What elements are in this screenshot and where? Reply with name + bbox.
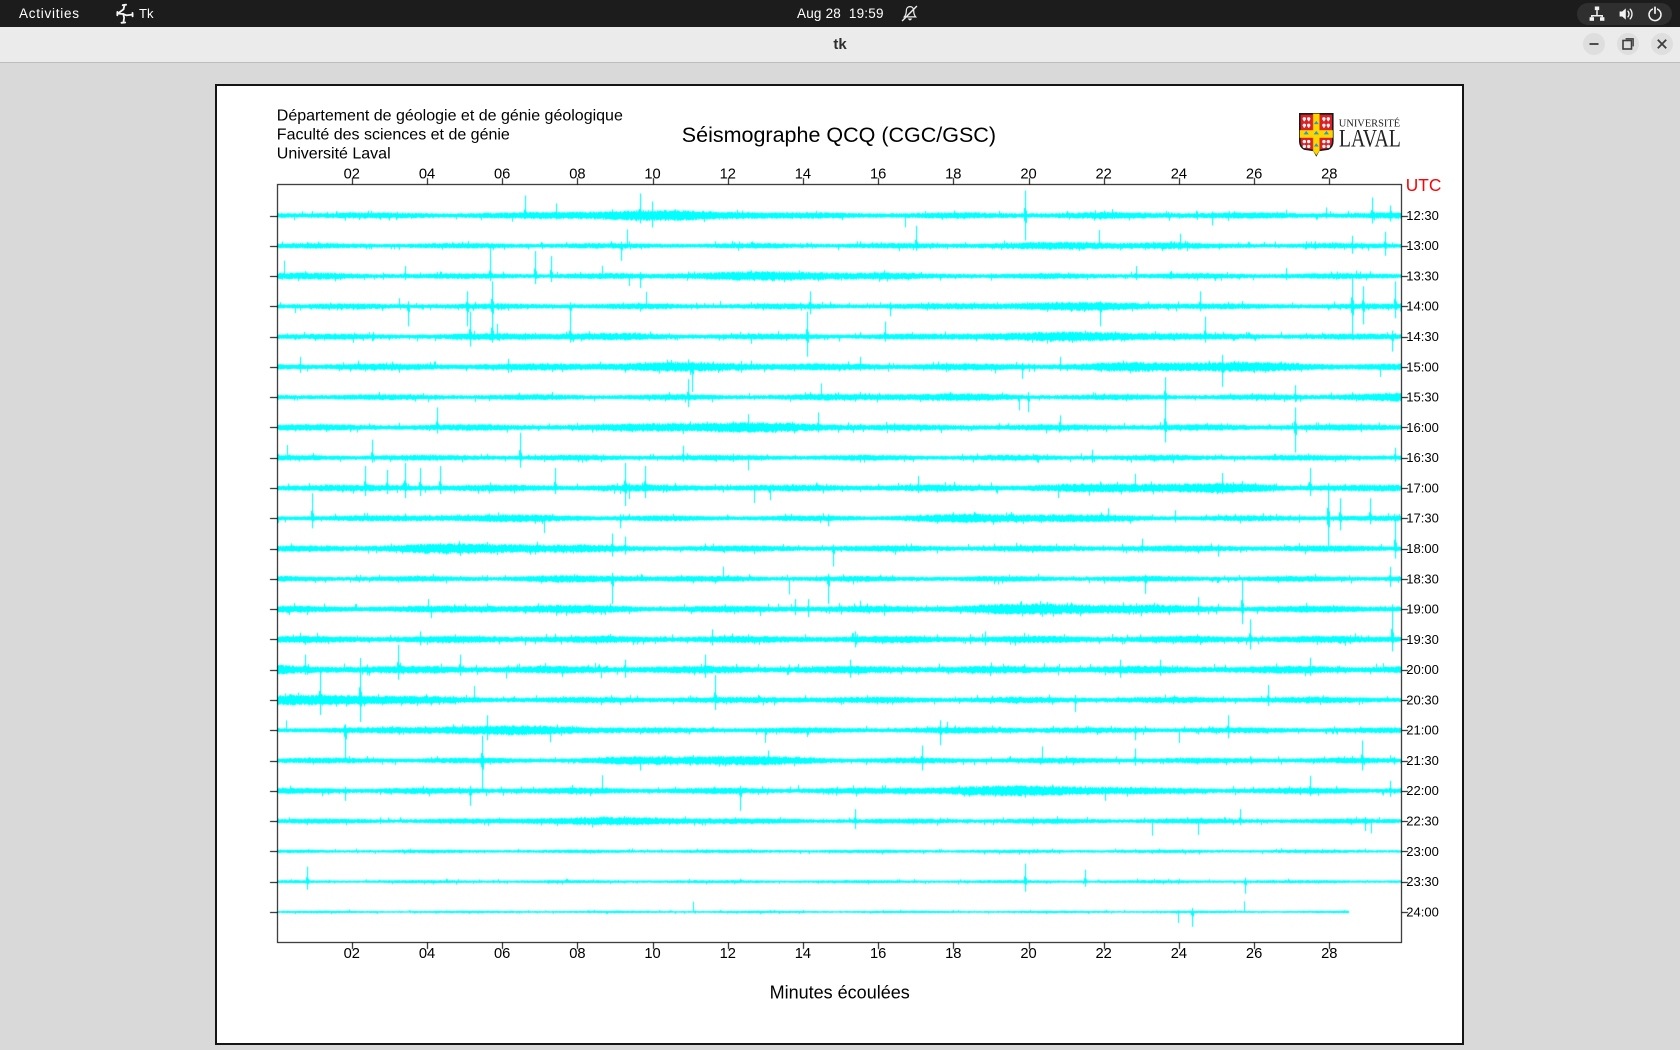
svg-text:24: 24 [1171, 946, 1187, 962]
svg-text:22: 22 [1096, 946, 1112, 962]
svg-text:28: 28 [1321, 167, 1337, 183]
svg-text:16:30: 16:30 [1406, 450, 1439, 465]
svg-text:06: 06 [494, 167, 510, 183]
svg-text:UTC: UTC [1406, 175, 1442, 195]
svg-text:22:30: 22:30 [1406, 814, 1439, 829]
svg-text:20:30: 20:30 [1406, 692, 1439, 707]
svg-text:16: 16 [870, 946, 886, 962]
svg-text:13:00: 13:00 [1406, 238, 1439, 253]
svg-text:12: 12 [720, 167, 736, 183]
svg-text:15:00: 15:00 [1406, 359, 1439, 374]
svg-text:Minutes écoulées: Minutes écoulées [770, 983, 910, 1003]
svg-text:04: 04 [419, 167, 435, 183]
svg-text:28: 28 [1321, 946, 1337, 962]
svg-text:24: 24 [1171, 167, 1187, 183]
svg-text:LAVAL: LAVAL [1339, 123, 1401, 152]
svg-text:14:30: 14:30 [1406, 329, 1439, 344]
svg-text:21:30: 21:30 [1406, 753, 1439, 768]
svg-text:19:30: 19:30 [1406, 632, 1439, 647]
svg-text:06: 06 [494, 946, 510, 962]
svg-text:16:00: 16:00 [1406, 420, 1439, 435]
svg-text:16: 16 [870, 167, 886, 183]
svg-text:17:00: 17:00 [1406, 480, 1439, 495]
svg-text:02: 02 [344, 946, 360, 962]
svg-text:18: 18 [945, 946, 961, 962]
svg-text:14: 14 [795, 946, 811, 962]
svg-text:18:00: 18:00 [1406, 541, 1439, 556]
svg-text:08: 08 [569, 167, 585, 183]
svg-text:Université Laval: Université Laval [277, 145, 391, 162]
svg-text:04: 04 [419, 946, 435, 962]
svg-text:Faculté des sciences et de gén: Faculté des sciences et de génie [277, 126, 510, 143]
svg-text:08: 08 [569, 946, 585, 962]
svg-text:12:30: 12:30 [1406, 208, 1439, 223]
svg-text:26: 26 [1246, 946, 1262, 962]
svg-text:14: 14 [795, 167, 811, 183]
svg-text:Séismographe QCQ (CGC/GSC): Séismographe QCQ (CGC/GSC) [682, 123, 996, 147]
svg-text:23:00: 23:00 [1406, 844, 1439, 859]
svg-text:17:30: 17:30 [1406, 511, 1439, 526]
svg-text:18:30: 18:30 [1406, 571, 1439, 586]
svg-text:20: 20 [1020, 167, 1036, 183]
svg-text:22: 22 [1096, 167, 1112, 183]
svg-text:22:00: 22:00 [1406, 783, 1439, 798]
svg-text:Département de géologie et de: Département de géologie et de génie géol… [277, 107, 623, 124]
svg-text:24:00: 24:00 [1406, 904, 1439, 919]
svg-text:14:00: 14:00 [1406, 299, 1439, 314]
svg-text:20: 20 [1020, 946, 1036, 962]
svg-text:15:30: 15:30 [1406, 390, 1439, 405]
svg-text:13:30: 13:30 [1406, 268, 1439, 283]
svg-text:18: 18 [945, 167, 961, 183]
svg-text:23:30: 23:30 [1406, 874, 1439, 889]
svg-text:19:00: 19:00 [1406, 602, 1439, 617]
svg-text:20:00: 20:00 [1406, 662, 1439, 677]
svg-text:21:00: 21:00 [1406, 723, 1439, 738]
svg-text:26: 26 [1246, 167, 1262, 183]
svg-text:02: 02 [344, 167, 360, 183]
svg-text:10: 10 [644, 946, 660, 962]
svg-text:12: 12 [720, 946, 736, 962]
svg-text:10: 10 [644, 167, 660, 183]
